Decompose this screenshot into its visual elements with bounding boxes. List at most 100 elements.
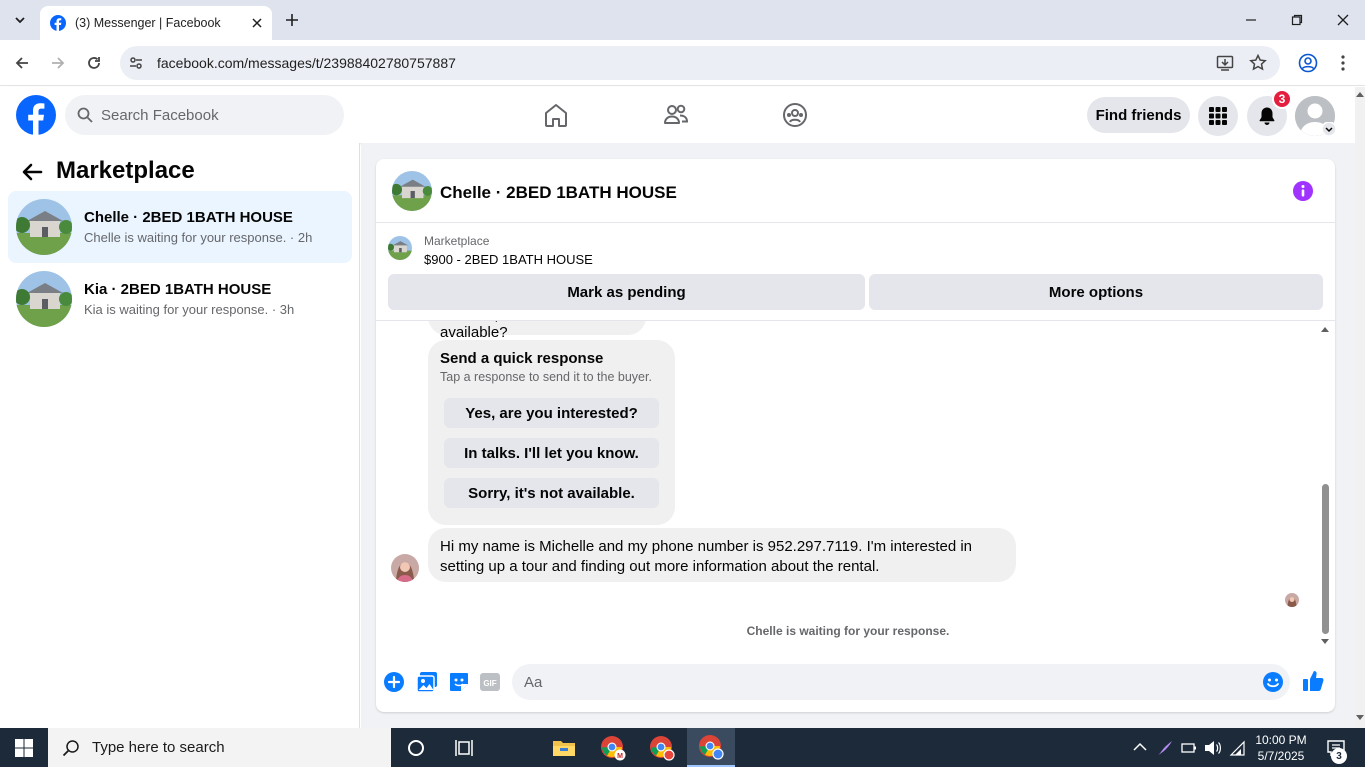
clock-date: 5/7/2025 — [1257, 749, 1305, 763]
gallery-icon[interactable] — [415, 670, 439, 694]
clock-time: 10:00 PM — [1255, 733, 1307, 747]
pen-icon[interactable] — [1156, 739, 1174, 757]
chat-title[interactable]: Chelle · 2BED 1BATH HOUSE — [440, 183, 677, 203]
chevron-up-icon[interactable] — [1133, 742, 1147, 752]
quick-response-subtitle: Tap a response to send it to the buyer. — [440, 370, 652, 384]
tab-list-button[interactable] — [6, 8, 34, 32]
facebook-favicon-icon — [50, 15, 66, 31]
facebook-logo-icon[interactable] — [16, 95, 56, 135]
chevron-down-icon — [15, 17, 25, 24]
quick-response-card: Send a quick response Tap a response to … — [428, 340, 675, 525]
minimize-button[interactable] — [1228, 0, 1274, 40]
scrollbar-thumb[interactable] — [1322, 484, 1329, 634]
wifi-icon[interactable] — [1229, 740, 1247, 756]
chrome-icon: M — [601, 735, 626, 760]
thumbs-up-icon[interactable] — [1301, 669, 1325, 693]
house-photo-icon — [392, 171, 432, 211]
chat-header-thumbnail[interactable] — [392, 171, 432, 211]
conversation-name: Chelle · 2BED 1BATH HOUSE — [84, 209, 293, 226]
file-explorer-button[interactable] — [540, 728, 588, 767]
taskbar-search-input[interactable] — [92, 739, 372, 756]
find-friends-button[interactable]: Find friends — [1087, 97, 1190, 133]
search-input[interactable] — [101, 106, 321, 124]
action-center-badge: 3 — [1331, 748, 1347, 764]
friends-icon — [664, 104, 689, 124]
scroll-up-icon[interactable] — [1321, 326, 1329, 332]
gif-icon[interactable]: GIF — [478, 670, 502, 694]
sticker-icon[interactable] — [447, 670, 471, 694]
close-icon[interactable] — [252, 18, 262, 28]
conversation-preview: Chelle is waiting for your response. · 2… — [84, 230, 313, 245]
house-photo-icon — [16, 199, 72, 255]
message-bubble: Hi my name is Michelle and my phone numb… — [428, 528, 1016, 582]
url-text[interactable]: facebook.com/messages/t/2398840278075788… — [157, 55, 456, 71]
chrome-gmail-button[interactable]: M — [589, 728, 637, 767]
more-options-button[interactable]: More options — [869, 274, 1323, 310]
profile-icon[interactable] — [1298, 53, 1318, 73]
more-vertical-icon[interactable] — [1336, 54, 1350, 72]
install-app-icon[interactable] — [1216, 54, 1234, 72]
windows-logo-icon — [15, 738, 33, 757]
bookmark-star-icon[interactable] — [1249, 54, 1267, 72]
grid-menu-icon — [1209, 107, 1227, 125]
notification-badge: 3 — [1272, 89, 1292, 109]
read-receipt-avatar — [1285, 593, 1299, 607]
conversation-item-chelle[interactable]: Chelle · 2BED 1BATH HOUSE Chelle is wait… — [8, 191, 352, 263]
task-view-button[interactable] — [440, 728, 488, 767]
plus-icon — [286, 14, 298, 26]
listing-thumbnail-small[interactable] — [388, 236, 412, 260]
quick-response-option[interactable]: Sorry, it's not available. — [444, 478, 659, 508]
scroll-down-icon[interactable] — [1356, 715, 1364, 721]
browser-tab-active[interactable]: (3) Messenger | Facebook — [40, 6, 272, 40]
plus-circle-icon[interactable] — [382, 670, 406, 694]
conversation-item-kia[interactable]: Kia · 2BED 1BATH HOUSE Kia is waiting fo… — [8, 263, 352, 335]
minimize-icon — [1246, 19, 1256, 21]
reload-button[interactable] — [79, 48, 109, 78]
volume-icon[interactable] — [1204, 740, 1222, 756]
taskbar-clock[interactable]: 10:00 PM 5/7/2025 — [1250, 732, 1312, 764]
sender-avatar[interactable] — [391, 554, 419, 582]
info-icon[interactable] — [1292, 180, 1314, 202]
account-chevron-icon[interactable] — [1322, 122, 1336, 136]
close-window-button[interactable] — [1320, 0, 1365, 40]
folder-icon — [553, 740, 575, 756]
groups-icon — [783, 103, 807, 127]
nav-groups[interactable] — [765, 95, 825, 135]
menu-button[interactable] — [1198, 96, 1238, 136]
listing-label: Marketplace — [424, 234, 490, 248]
nav-home[interactable] — [526, 95, 586, 135]
mark-as-pending-button[interactable]: Mark as pending — [388, 274, 865, 310]
cortana-circle-icon — [408, 739, 424, 756]
new-tab-button[interactable] — [282, 10, 302, 30]
taskbar-search[interactable] — [48, 728, 391, 767]
facebook-search[interactable] — [65, 95, 344, 135]
message-bubble: Hi Naoh, is this still available? — [428, 321, 646, 341]
quick-response-title: Send a quick response — [440, 350, 604, 367]
message-composer[interactable] — [512, 664, 1290, 700]
site-settings-icon[interactable] — [128, 55, 144, 71]
quick-response-option[interactable]: In talks. I'll let you know. — [444, 438, 659, 468]
battery-icon[interactable] — [1181, 741, 1197, 755]
nav-friends[interactable] — [646, 95, 706, 135]
cortana-button[interactable] — [392, 728, 440, 767]
restore-button[interactable] — [1274, 0, 1320, 40]
sidebar-title: Marketplace — [56, 157, 195, 184]
message-input[interactable] — [524, 673, 1224, 691]
back-arrow-icon[interactable] — [20, 160, 44, 184]
chrome-profile-button[interactable] — [638, 728, 686, 767]
user-photo-icon — [1285, 593, 1299, 607]
back-button[interactable] — [7, 48, 37, 78]
scroll-down-icon[interactable] — [1321, 639, 1329, 645]
emoji-icon[interactable] — [1261, 670, 1285, 694]
page-scrollbar[interactable] — [1355, 87, 1365, 728]
quick-response-option[interactable]: Yes, are you interested? — [444, 398, 659, 428]
scroll-up-icon[interactable] — [1356, 91, 1364, 97]
start-button[interactable] — [0, 728, 48, 767]
bell-icon — [1259, 107, 1275, 125]
listing-title[interactable]: $900 - 2BED 1BATH HOUSE — [424, 252, 593, 267]
tab-title: (3) Messenger | Facebook — [75, 16, 221, 30]
forward-button[interactable] — [43, 48, 73, 78]
svg-text:M: M — [617, 753, 623, 760]
chrome-active-button[interactable] — [687, 728, 735, 767]
restore-icon — [1291, 14, 1303, 26]
